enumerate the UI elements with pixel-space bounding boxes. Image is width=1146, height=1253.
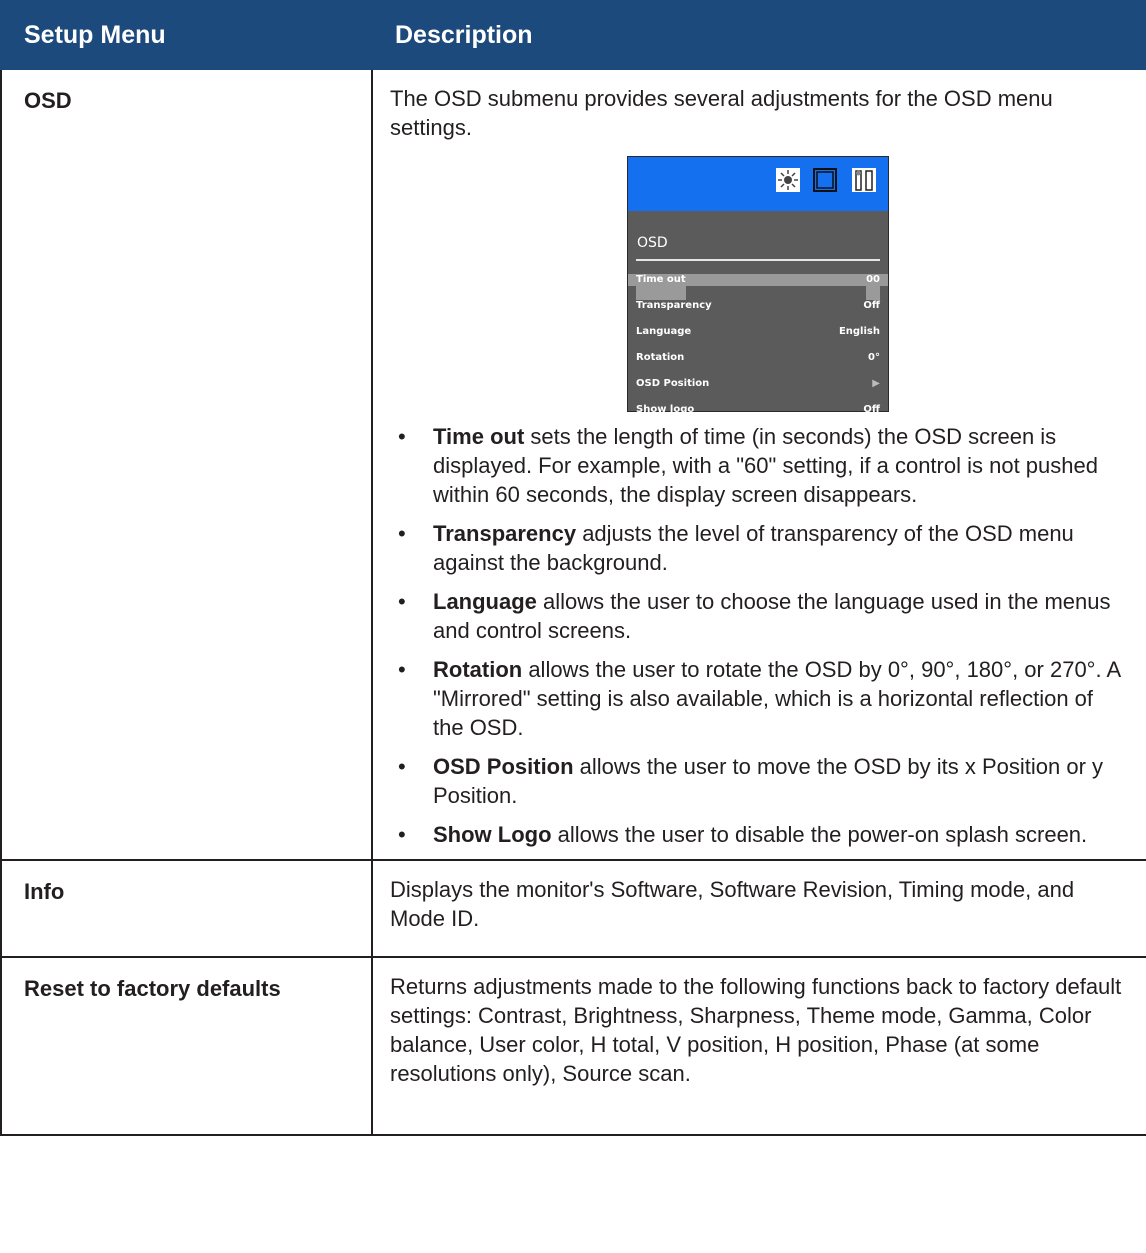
play-arrow-icon: ▶ — [872, 378, 880, 389]
table-row-osd: OSD The OSD submenu provides several adj… — [0, 68, 1146, 861]
osd-top-bar — [628, 157, 888, 211]
header-description: Description — [371, 0, 1146, 70]
row-label-info: Info — [0, 859, 373, 958]
osd-item-transparency: Transparency Off — [636, 300, 880, 311]
list-item: • Time out sets the length of time (in se… — [398, 424, 1098, 507]
osd-item-osd-position: OSD Position ▶ — [628, 378, 888, 404]
brightness-sun-icon — [776, 168, 800, 192]
table-header-row: Setup Menu Description — [0, 0, 1146, 70]
list-item: • Language allows the user to choose the … — [398, 589, 1111, 643]
row-label-reset: Reset to factory defaults — [0, 956, 373, 1136]
bullet-icon: • — [398, 822, 406, 847]
row-description-info: Displays the monitor's Software, Softwar… — [371, 859, 1146, 958]
bullet-icon: • — [398, 424, 406, 449]
table-row-reset: Reset to factory defaults Returns adjust… — [0, 956, 1146, 1136]
bullet-icon: • — [398, 657, 406, 682]
osd-menu-screenshot: OSD Time out 00 Transparency Off Languag… — [627, 156, 889, 415]
row-label-osd: OSD — [0, 68, 373, 861]
table-row-info: Info Displays the monitor's Software, So… — [0, 859, 1146, 958]
list-item: • OSD Position allows the user to move th… — [398, 754, 1104, 808]
list-item: • Transparency adjusts the level of trans… — [398, 521, 1074, 575]
list-item: • Rotation allows the user to rotate the … — [398, 657, 1120, 740]
row-description-reset: Returns adjustments made to the followin… — [371, 956, 1146, 1136]
monitor-icon — [813, 168, 837, 192]
osd-intro-text: The OSD submenu provides several adjustm… — [390, 86, 1053, 140]
osd-bullet-list: • Time out sets the length of time (in se… — [390, 422, 1126, 849]
row-description-osd: The OSD submenu provides several adjustm… — [371, 68, 1146, 861]
osd-divider — [636, 259, 880, 261]
osd-item-list: Time out 00 Transparency Off Language En… — [628, 274, 888, 430]
setup-menu-table: Setup Menu Description OSD The OSD subme… — [0, 0, 1146, 1136]
header-setup-menu: Setup Menu — [0, 0, 373, 70]
tools-icon — [852, 168, 876, 192]
osd-screen-title: OSD — [637, 235, 668, 251]
bullet-icon: • — [398, 754, 406, 779]
osd-item-rotation: Rotation 0° — [636, 352, 880, 363]
bullet-icon: • — [398, 589, 406, 614]
osd-item-time-out: Time out 00 — [628, 274, 888, 300]
osd-item-language: Language English — [636, 326, 880, 337]
bullet-icon: • — [398, 521, 406, 546]
list-item: • Show Logo allows the user to disable th… — [398, 822, 1088, 847]
